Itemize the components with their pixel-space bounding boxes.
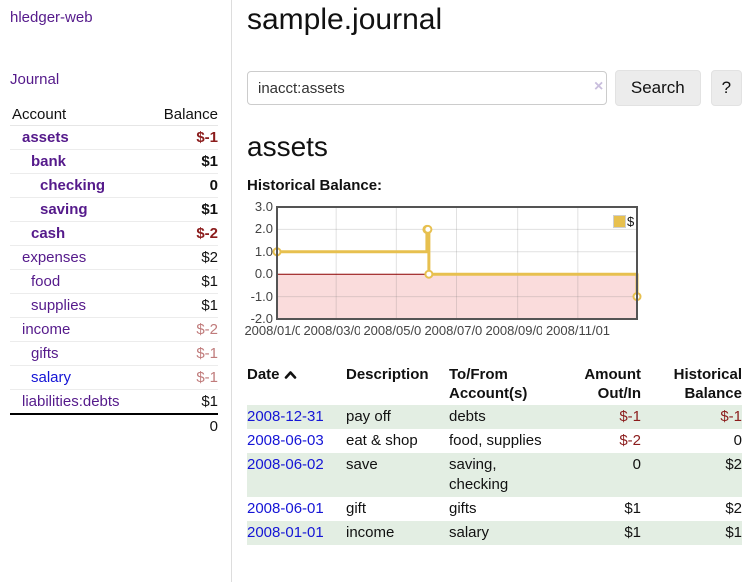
account-link-income[interactable]: income — [22, 321, 70, 338]
account-balance: $1 — [149, 390, 218, 415]
account-row: income $-2 — [10, 318, 218, 342]
account-row: expenses $2 — [10, 246, 218, 270]
balance-chart-svg — [247, 205, 645, 321]
transaction-date-link[interactable]: 2008-01-01 — [247, 524, 324, 541]
transaction-balance: 0 — [641, 429, 742, 453]
register-header-date-label: Date — [247, 366, 280, 383]
accounts-total-value: 0 — [149, 414, 218, 438]
accounts-table: Account Balance assets $-1 bank $1 check… — [10, 104, 218, 438]
account-row: saving $1 — [10, 198, 218, 222]
brand-link[interactable]: hledger-web — [10, 9, 93, 26]
account-balance: $-1 — [149, 366, 218, 390]
account-row: assets $-1 — [10, 126, 218, 150]
transaction-date-link[interactable]: 2008-06-01 — [247, 500, 324, 517]
x-tick-label: 2008/11/01 — [542, 323, 614, 339]
transaction-date-link[interactable]: 2008-12-31 — [247, 408, 324, 425]
register-header-date[interactable]: Date — [247, 363, 346, 405]
transaction-description: eat & shop — [346, 429, 449, 453]
legend-swatch-icon — [613, 215, 626, 228]
transaction-amount: 0 — [566, 453, 641, 497]
transaction-description: gift — [346, 497, 449, 521]
account-balance: $-2 — [149, 318, 218, 342]
transaction-amount: $-2 — [566, 429, 641, 453]
account-link-liabilities-debts[interactable]: liabilities:debts — [22, 393, 120, 410]
account-balance: $1 — [149, 294, 218, 318]
transaction-description: save — [346, 453, 449, 497]
transaction-date-link[interactable]: 2008-06-02 — [247, 456, 324, 473]
transaction-accounts: gifts — [449, 499, 551, 519]
accounts-column-header: Account — [10, 104, 149, 126]
account-row: gifts $-1 — [10, 342, 218, 366]
transaction-amount: $1 — [566, 497, 641, 521]
transaction-amount: $1 — [566, 521, 641, 545]
page-title: sample.journal — [247, 2, 742, 38]
main-content: sample.journal × Search ? assets Histori… — [247, 0, 742, 545]
account-page-title: assets — [247, 130, 742, 164]
transaction-accounts: salary — [449, 523, 551, 543]
register-row: 2008-06-03 eat & shop food, supplies $-2… — [247, 429, 742, 453]
account-balance: $1 — [149, 198, 218, 222]
account-link-cash[interactable]: cash — [31, 225, 65, 242]
transaction-amount: $-1 — [566, 405, 641, 429]
account-balance: $-1 — [149, 126, 218, 150]
sort-ascending-icon — [284, 366, 297, 385]
register-row: 2008-06-01 gift gifts $1 $2 — [247, 497, 742, 521]
account-balance: $-2 — [149, 222, 218, 246]
transaction-accounts: debts — [449, 407, 551, 427]
help-button[interactable]: ? — [711, 70, 742, 106]
search-form: × Search ? — [247, 70, 742, 106]
account-link-bank[interactable]: bank — [31, 153, 66, 170]
balance-column-header: Balance — [149, 104, 218, 126]
historical-balance-chart: 3.0 2.0 1.0 0.0 -1.0 -2.0 $ 2008/01/01 2… — [247, 205, 645, 345]
account-link-food[interactable]: food — [31, 273, 60, 290]
account-balance: $1 — [149, 270, 218, 294]
transaction-accounts: food, supplies — [449, 431, 551, 451]
chart-heading: Historical Balance: — [247, 177, 742, 195]
account-row: supplies $1 — [10, 294, 218, 318]
register-table: Date Description To/From Account(s) Amou… — [247, 363, 742, 545]
transaction-description: pay off — [346, 405, 449, 429]
register-header-tofrom: To/From Account(s) — [449, 363, 566, 405]
account-link-saving[interactable]: saving — [40, 201, 88, 218]
chart-legend: $ — [613, 214, 634, 229]
sidebar-item-journal[interactable]: Journal — [10, 71, 59, 88]
accounts-total-row: 0 — [10, 414, 218, 438]
register-header-description: Description — [346, 363, 449, 405]
register-header-balance: Historical Balance — [641, 363, 742, 405]
account-row: cash $-2 — [10, 222, 218, 246]
account-row: food $1 — [10, 270, 218, 294]
transaction-description: income — [346, 521, 449, 545]
search-button[interactable]: Search — [615, 70, 701, 106]
account-row: liabilities:debts $1 — [10, 390, 218, 415]
account-row: bank $1 — [10, 150, 218, 174]
clear-search-icon[interactable]: × — [594, 78, 603, 96]
transaction-accounts: saving, checking — [449, 455, 551, 495]
transaction-date-link[interactable]: 2008-06-03 — [247, 432, 324, 449]
transaction-balance: $1 — [641, 521, 742, 545]
account-row: checking 0 — [10, 174, 218, 198]
register-row: 2008-01-01 income salary $1 $1 — [247, 521, 742, 545]
account-link-assets[interactable]: assets — [22, 129, 69, 146]
account-link-checking[interactable]: checking — [40, 177, 105, 194]
transaction-balance: $2 — [641, 497, 742, 521]
account-link-expenses[interactable]: expenses — [22, 249, 86, 266]
account-balance: $2 — [149, 246, 218, 270]
account-link-gifts[interactable]: gifts — [31, 345, 59, 362]
register-header-amount: Amount Out/In — [566, 363, 641, 405]
search-input[interactable] — [247, 71, 607, 105]
account-balance: $1 — [149, 150, 218, 174]
sidebar: hledger-web Journal Account Balance asse… — [0, 0, 232, 582]
transaction-balance: $-1 — [641, 405, 742, 429]
account-balance: $-1 — [149, 342, 218, 366]
transaction-balance: $2 — [641, 453, 742, 497]
register-row: 2008-12-31 pay off debts $-1 $-1 — [247, 405, 742, 429]
account-link-salary[interactable]: salary — [31, 369, 71, 386]
account-row: salary $-1 — [10, 366, 218, 390]
account-link-supplies[interactable]: supplies — [31, 297, 86, 314]
register-row: 2008-06-02 save saving, checking 0 $2 — [247, 453, 742, 497]
legend-label: $ — [627, 214, 634, 229]
account-balance: 0 — [149, 174, 218, 198]
